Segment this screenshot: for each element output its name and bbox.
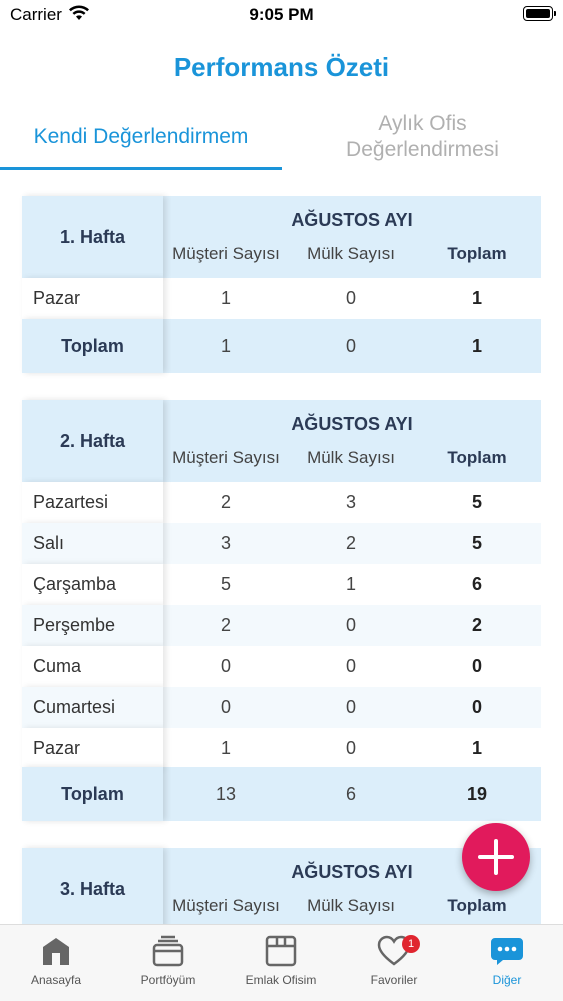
properties-value: 0 [345, 656, 356, 676]
week-header: 2. Hafta AĞUSTOS AYI Müşteri Sayısı Mülk… [22, 400, 541, 482]
segment-tabs: Kendi Değerlendirmem Aylık Ofis Değerlen… [0, 104, 563, 170]
summary-label: Toplam [22, 767, 163, 821]
total-value: 2 [471, 615, 482, 635]
properties-value: 2 [345, 533, 356, 553]
table-row: Çarşamba 5 1 6 [22, 564, 541, 605]
month-label: AĞUSTOS AYI [291, 210, 413, 230]
properties-value: 0 [345, 738, 356, 758]
table-row: Salı 3 2 5 [22, 523, 541, 564]
portfolio-icon [112, 933, 224, 969]
week-label: 3. Hafta [22, 848, 163, 930]
total-sum: 1 [471, 336, 482, 356]
customers-value: 5 [220, 574, 231, 594]
properties-value: 0 [345, 615, 356, 635]
day-label: Cumartesi [22, 687, 163, 728]
table-row: Perşembe 2 0 2 [22, 605, 541, 646]
month-label: AĞUSTOS AYI [291, 414, 413, 434]
day-label: Çarşamba [22, 564, 163, 605]
customers-value: 2 [220, 615, 231, 635]
tabbar-item-home[interactable]: Anasayfa [0, 925, 112, 1001]
favorites-badge: 1 [402, 935, 420, 953]
page-title: Performans Özeti [173, 52, 390, 82]
status-bar: Carrier 9:05 PM [0, 0, 563, 30]
day-label: Pazartesi [22, 482, 163, 523]
day-label: Pazar [22, 278, 163, 319]
more-icon [451, 933, 563, 969]
col-header-total: Toplam [447, 448, 507, 467]
properties-sum: 6 [345, 784, 356, 804]
tabbar-item-portfolio[interactable]: Portföyüm [112, 925, 224, 1001]
properties-value: 0 [345, 697, 356, 717]
customers-sum: 13 [215, 784, 237, 804]
col-header-properties: Mülk Sayısı [307, 244, 395, 263]
total-value: 5 [471, 533, 482, 553]
week-label: 2. Hafta [22, 400, 163, 482]
tab-monthly-office-evaluation[interactable]: Aylık Ofis Değerlendirmesi [282, 104, 563, 170]
col-header-customers: Müşteri Sayısı [172, 896, 280, 915]
total-value: 0 [471, 656, 482, 676]
tabbar-label: Emlak Ofisim [245, 973, 317, 987]
tabbar-label: Portföyüm [140, 973, 196, 987]
active-tab-indicator [0, 167, 282, 170]
properties-value: 1 [345, 574, 356, 594]
tab-label: Aylık Ofis Değerlendirmesi [346, 112, 499, 161]
tab-label: Kendi Değerlendirmem [33, 125, 249, 148]
col-header-total: Toplam [447, 896, 507, 915]
properties-sum: 0 [345, 336, 356, 356]
tab-self-evaluation[interactable]: Kendi Değerlendirmem [0, 104, 282, 170]
total-sum: 19 [466, 784, 488, 804]
col-header-customers: Müşteri Sayısı [172, 244, 280, 263]
customers-value: 3 [220, 533, 231, 553]
table-row: Cuma 0 0 0 [22, 646, 541, 687]
heart-icon [338, 933, 450, 969]
properties-value: 3 [345, 492, 356, 512]
customers-value: 1 [220, 738, 231, 758]
tabbar-label: Diğer [492, 973, 522, 987]
table-row: Pazar 1 0 1 [22, 728, 541, 769]
customers-value: 2 [220, 492, 231, 512]
week-header: 1. Hafta AĞUSTOS AYI Müşteri Sayısı Mülk… [22, 196, 541, 278]
customers-value: 1 [220, 288, 231, 308]
bottom-tab-bar: Anasayfa Portföyüm Emlak Ofisim 1 Favori… [0, 924, 563, 1001]
customers-value: 0 [220, 656, 231, 676]
clock: 9:05 PM [249, 5, 314, 24]
col-header-customers: Müşteri Sayısı [172, 448, 280, 467]
add-button[interactable] [462, 823, 530, 891]
week-label: 1. Hafta [22, 196, 163, 278]
col-header-total: Toplam [447, 244, 507, 263]
summary-row: Toplam 1 0 1 [22, 319, 541, 373]
total-value: 1 [471, 288, 482, 308]
table-row: Pazartesi 2 3 5 [22, 482, 541, 523]
summary-row: Toplam 13 6 19 [22, 767, 541, 821]
day-label: Pazar [22, 728, 163, 769]
customers-value: 0 [220, 697, 231, 717]
tabbar-item-favorites[interactable]: 1 Favoriler [338, 925, 450, 1001]
day-label: Cuma [22, 646, 163, 687]
table-row: Pazar 1 0 1 [22, 278, 541, 319]
total-value: 5 [471, 492, 482, 512]
battery-icon [523, 6, 556, 21]
total-value: 0 [471, 697, 482, 717]
home-icon [0, 933, 112, 969]
properties-value: 0 [345, 288, 356, 308]
tabbar-label: Favoriler [370, 973, 418, 987]
customers-sum: 1 [220, 336, 231, 356]
total-value: 6 [471, 574, 482, 594]
tabbar-item-more[interactable]: Diğer [451, 925, 563, 1001]
tabbar-item-office[interactable]: Emlak Ofisim [225, 925, 337, 1001]
day-label: Salı [22, 523, 163, 564]
day-label: Perşembe [22, 605, 163, 646]
table-row: Cumartesi 0 0 0 [22, 687, 541, 728]
summary-label: Toplam [22, 319, 163, 373]
col-header-properties: Mülk Sayısı [307, 448, 395, 467]
office-box-icon [225, 933, 337, 969]
total-value: 1 [471, 738, 482, 758]
tabbar-label: Anasayfa [30, 973, 82, 987]
col-header-properties: Mülk Sayısı [307, 896, 395, 915]
